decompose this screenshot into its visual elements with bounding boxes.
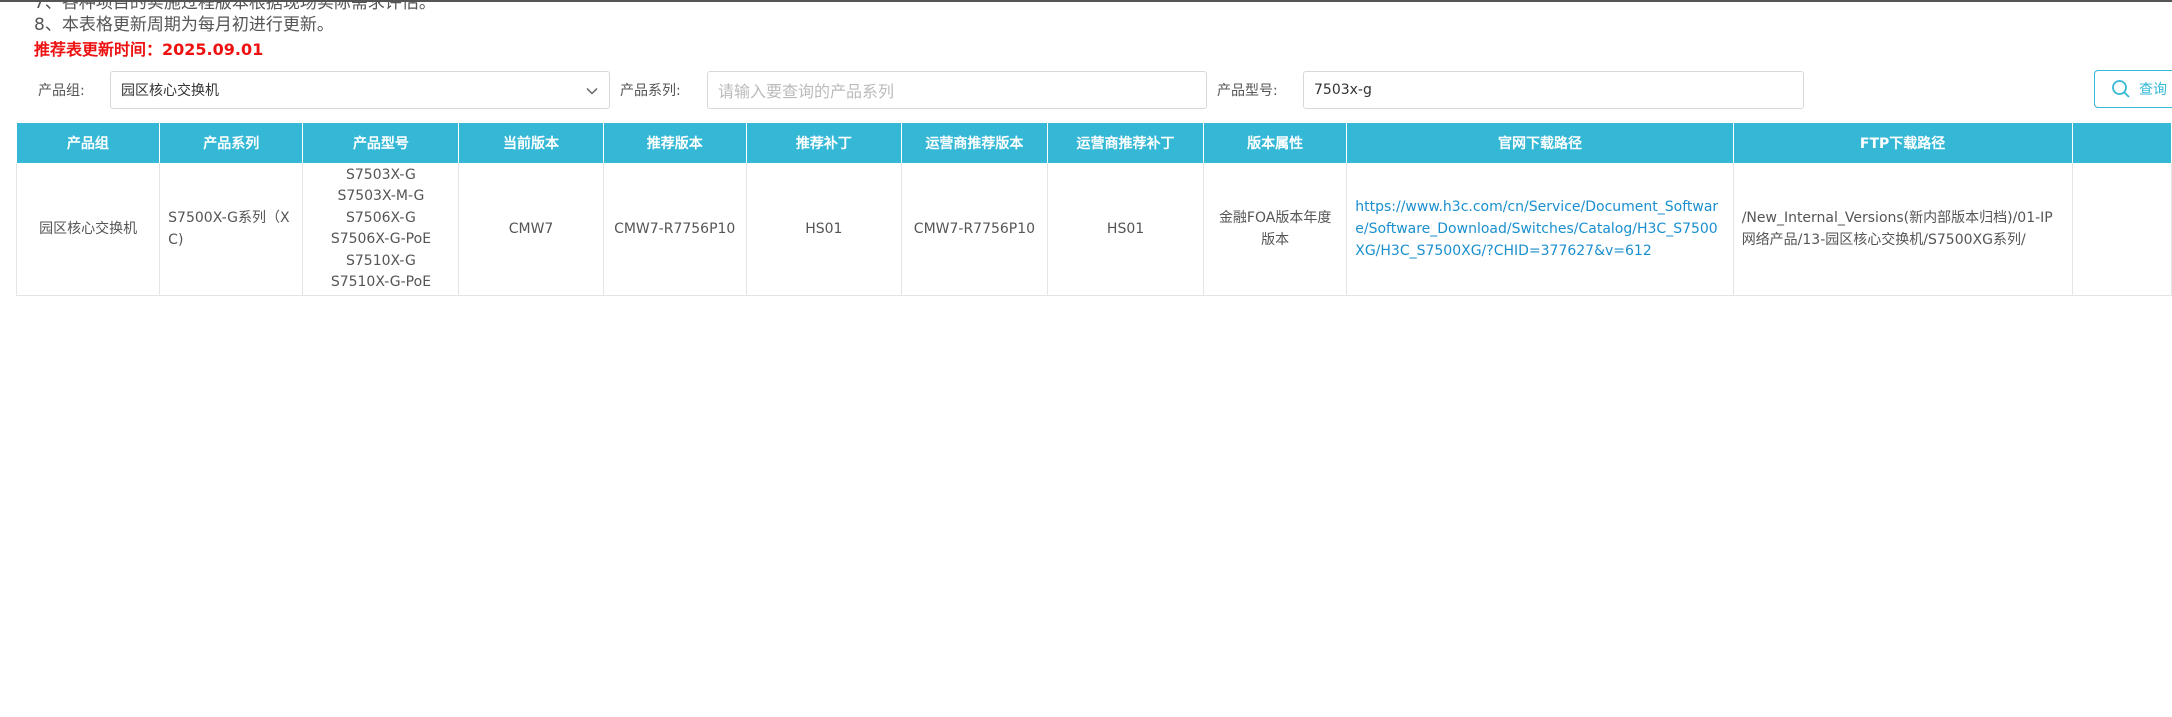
product-group-select[interactable]: 园区核心交换机 — [110, 71, 610, 109]
model-item: S7506X-G-PoE — [330, 231, 432, 247]
search-icon — [2112, 80, 2130, 98]
chevron-down-icon — [586, 87, 598, 95]
cell-ftp-path: /New_Internal_Versions(新内部版本归档)/01-IP网络产… — [1733, 163, 2073, 296]
query-label: 查询 — [2139, 82, 2167, 98]
cell-carrier-version: CMW7-R7756P10 — [901, 163, 1049, 296]
cell-models: S7503X-G S7503X-M-G S7506X-G S7506X-G-Po… — [302, 163, 460, 296]
header-carrier-patch: 运营商推荐补丁 — [1047, 123, 1205, 163]
header-version-attr: 版本属性 — [1203, 123, 1348, 163]
product-model-input[interactable]: 7503x-g — [1303, 71, 1804, 109]
model-item: S7510X-G-PoE — [330, 274, 432, 290]
cell-extra — [2072, 163, 2172, 296]
model-label: 产品型号: — [1217, 83, 1278, 99]
header-web-path: 官网下载路径 — [1346, 123, 1734, 163]
product-group-value: 园区核心交换机 — [121, 83, 219, 99]
web-download-link[interactable]: https://www.h3c.com/cn/Service/Document_… — [1346, 163, 1734, 296]
cell-recommended-patch: HS01 — [746, 163, 902, 296]
cell-carrier-patch: HS01 — [1047, 163, 1205, 296]
model-value: 7503x-g — [1314, 82, 1372, 98]
model-item: S7506X-G — [346, 209, 416, 226]
cell-series: S7500X-G系列（XC) — [159, 163, 304, 296]
recommend-table: 产品组 产品系列 产品型号 当前版本 推荐版本 推荐补丁 运营商推荐版本 运营商… — [15, 123, 2172, 296]
header-current-version: 当前版本 — [458, 123, 604, 163]
header-product-series: 产品系列 — [159, 123, 304, 163]
model-item: S7503X-G — [346, 166, 416, 183]
cell-recommended-version: CMW7-R7756P10 — [603, 163, 747, 296]
product-series-input[interactable]: 请输入要查询的产品系列 — [707, 71, 1207, 109]
query-button[interactable]: 查询 — [2094, 70, 2172, 108]
table-header-row: 产品组 产品系列 产品型号 当前版本 推荐版本 推荐补丁 运营商推荐版本 运营商… — [16, 123, 2172, 163]
note-8: 8、本表格更新周期为每月初进行更新。 — [34, 15, 334, 35]
header-ftp-path: FTP下载路径 — [1733, 123, 2073, 163]
cell-group: 园区核心交换机 — [15, 163, 161, 296]
table-row: 园区核心交换机 S7500X-G系列（XC) S7503X-G S7503X-M… — [15, 163, 2172, 296]
header-product-group: 产品组 — [16, 123, 161, 163]
header-recommended-version: 推荐版本 — [603, 123, 747, 163]
update-time: 推荐表更新时间：2025.09.01 — [34, 40, 264, 59]
cell-version-attr: 金融FOA版本年度版本 — [1203, 163, 1348, 296]
header-carrier-version: 运营商推荐版本 — [901, 123, 1049, 163]
header-recommended-patch: 推荐补丁 — [746, 123, 902, 163]
header-product-model: 产品型号 — [302, 123, 460, 163]
model-item: S7510X-G — [346, 252, 416, 269]
series-placeholder: 请输入要查询的产品系列 — [718, 82, 895, 101]
group-label: 产品组: — [38, 83, 85, 99]
series-label: 产品系列: — [620, 83, 681, 99]
model-item: S7503X-M-G — [337, 188, 425, 204]
header-extra — [2072, 123, 2172, 163]
cell-current-version: CMW7 — [458, 163, 604, 296]
